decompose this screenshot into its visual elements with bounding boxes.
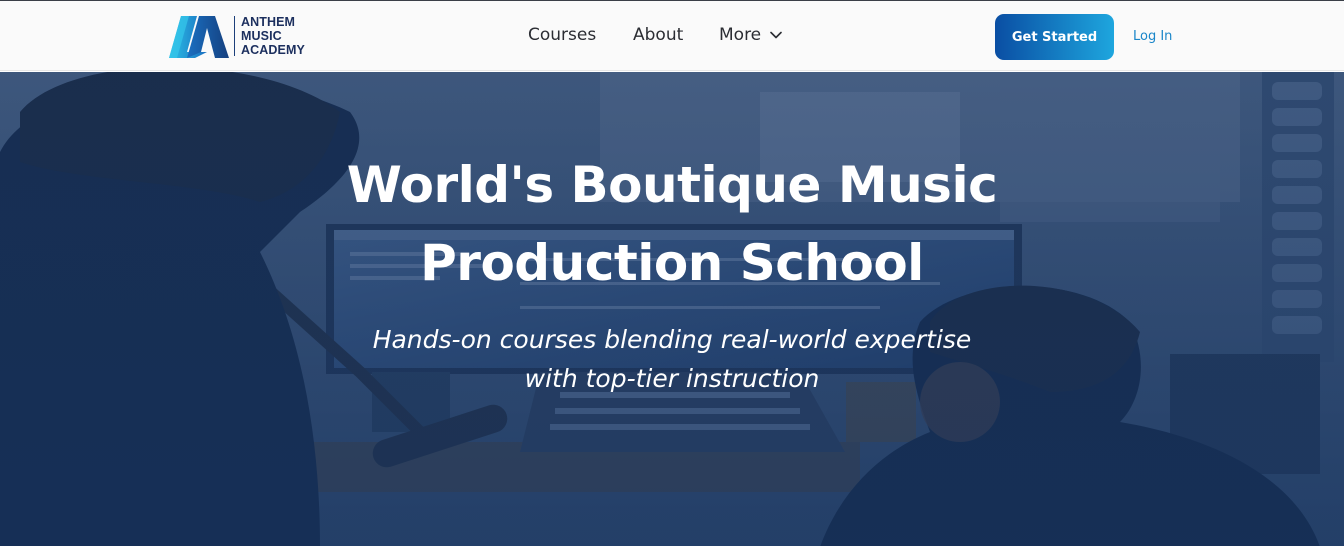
brand-logo[interactable]: ANTHEM MUSIC ACADEMY [167, 12, 305, 60]
nav-more-label: More [719, 25, 762, 45]
hero-subtitle: Hands-on courses blending real-world exp… [0, 320, 1344, 398]
logo-word-anthem: ANTHEM [241, 15, 296, 29]
nav-courses-link[interactable]: Courses [528, 25, 596, 45]
chevron-down-icon [770, 31, 782, 39]
hero-subtitle-line-1: Hands-on courses blending real-world exp… [372, 325, 972, 354]
logo-divider [234, 16, 235, 56]
site-header: ANTHEM MUSIC ACADEMY Courses About More … [0, 1, 1344, 71]
anthem-logo-icon [169, 16, 229, 58]
hero-title: World's Boutique Music Production School [0, 146, 1344, 302]
get-started-button[interactable]: Get Started [995, 14, 1114, 60]
logo-wordmark: ANTHEM MUSIC ACADEMY [241, 15, 305, 57]
hero-section: World's Boutique Music Production School… [0, 72, 1344, 546]
login-link[interactable]: Log In [1133, 29, 1172, 44]
page: ANTHEM MUSIC ACADEMY Courses About More … [0, 0, 1344, 546]
nav-more-dropdown[interactable]: More [719, 25, 782, 45]
hero-title-line-1: World's Boutique Music [346, 156, 998, 214]
nav-about-link[interactable]: About [633, 25, 683, 45]
hero-subtitle-line-2: with top-tier instruction [524, 364, 820, 393]
logo-word-academy: ACADEMY [241, 43, 305, 57]
hero-overlay [0, 72, 1344, 546]
hero-title-line-2: Production School [420, 234, 924, 292]
logo-word-music: MUSIC [241, 29, 282, 43]
